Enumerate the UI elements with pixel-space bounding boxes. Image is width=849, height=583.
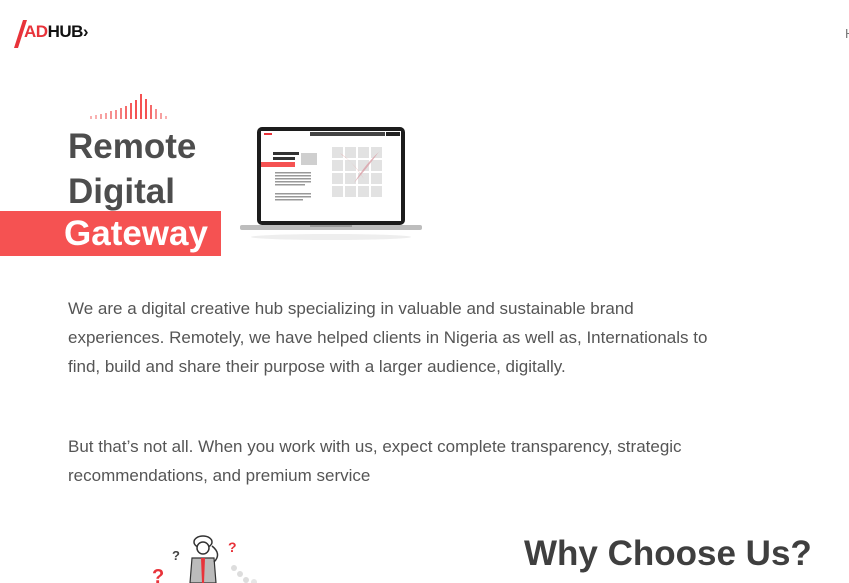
hero-title-highlight: Gateway xyxy=(0,211,221,256)
nav-item-partial[interactable]: H xyxy=(845,26,849,41)
site-logo[interactable]: ADHUB› xyxy=(14,20,89,48)
confused-person-illustration: ? ? ? xyxy=(152,535,257,583)
logo-text: ADHUB› xyxy=(24,22,89,41)
hero-title: Remote Digital xyxy=(68,124,196,214)
svg-text:?: ? xyxy=(152,566,164,583)
hero-title-line1: Remote xyxy=(68,127,197,166)
about-paragraph-2: But that’s not all. When you work with u… xyxy=(68,437,682,485)
logo-arrow-icon: › xyxy=(82,22,89,41)
laptop-mockup-image xyxy=(240,127,422,240)
about-paragraph-1: We are a digital creative hub specializi… xyxy=(68,299,708,376)
svg-text:?: ? xyxy=(228,539,237,555)
hero-title-highlight-text: Gateway xyxy=(64,214,208,253)
why-choose-us-heading: Why Choose Us? xyxy=(524,534,812,573)
sound-bars-icon xyxy=(90,94,167,119)
hero-title-line2: Digital xyxy=(68,172,175,211)
svg-text:?: ? xyxy=(172,548,180,563)
